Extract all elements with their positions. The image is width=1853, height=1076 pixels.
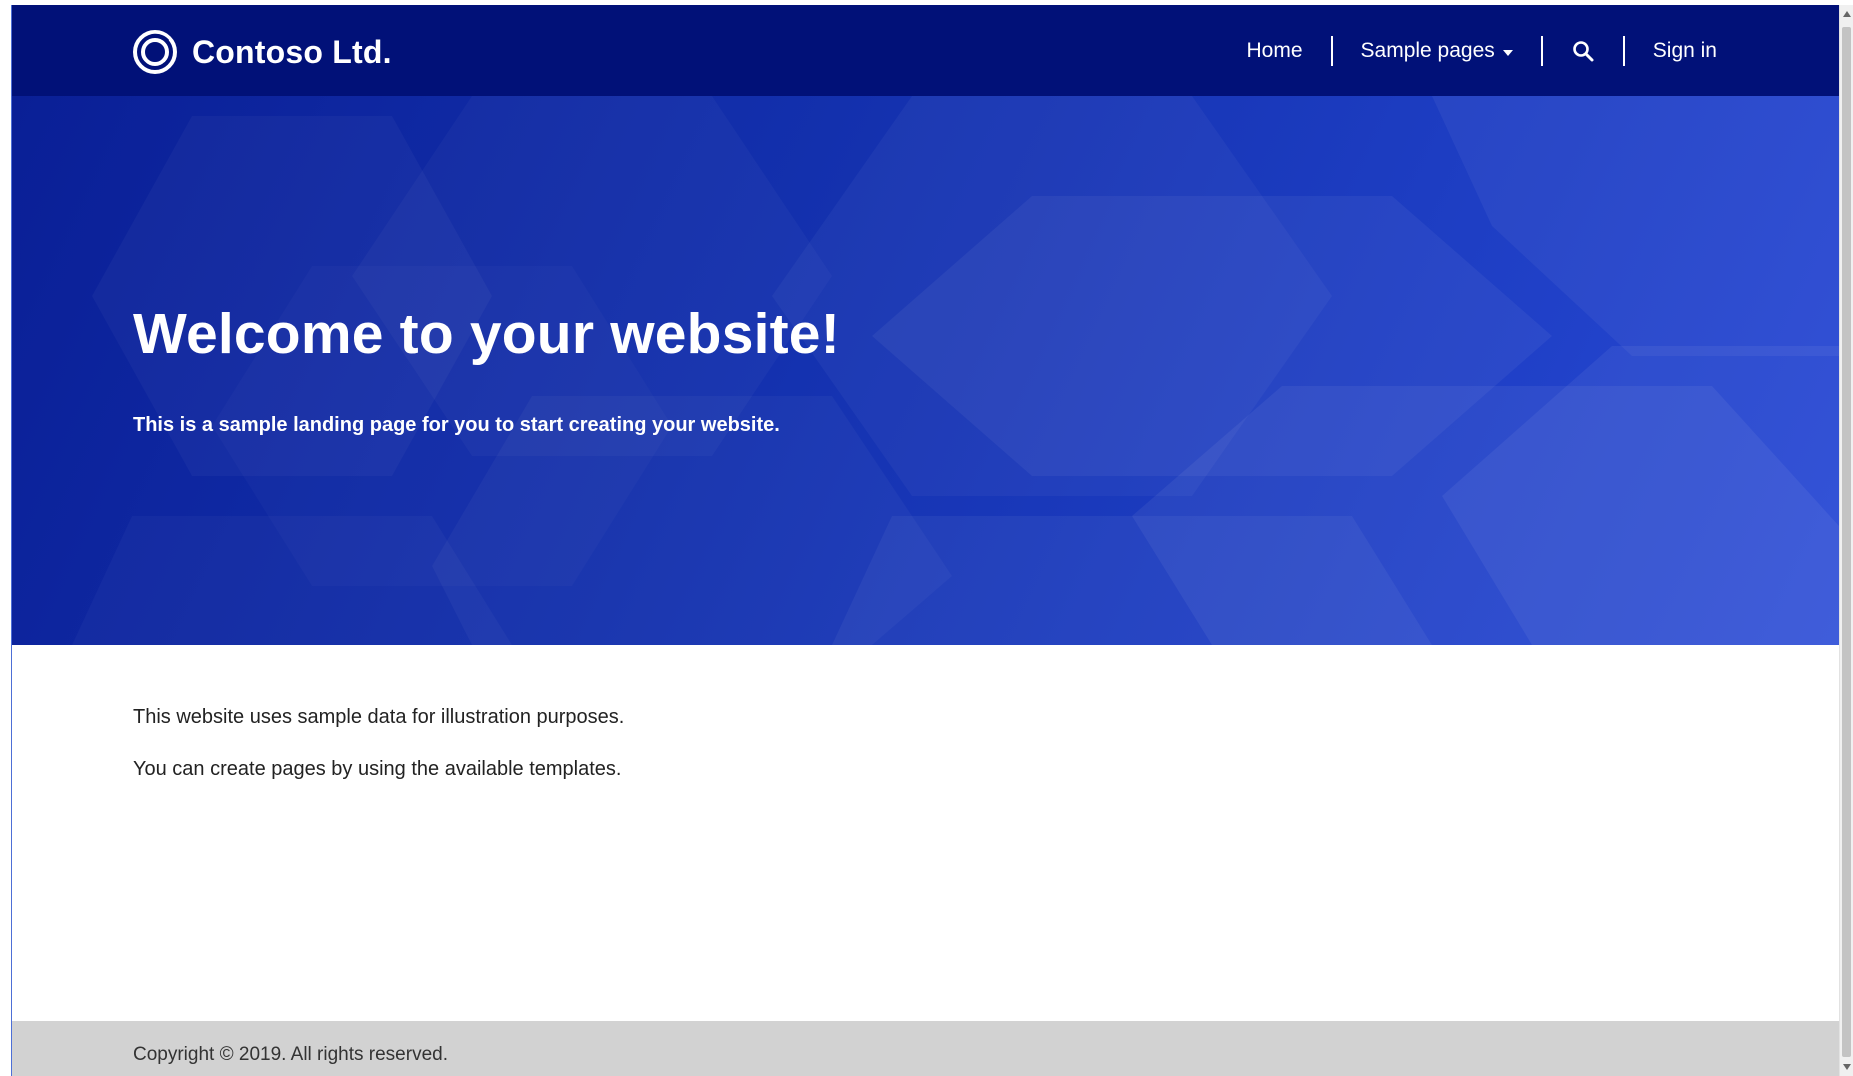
contoso-ring-logo-icon [133, 30, 177, 74]
search-button[interactable] [1571, 39, 1595, 63]
hero-banner: Welcome to your website! This is a sampl… [12, 96, 1839, 645]
hero-subtitle: This is a sample landing page for you to… [133, 414, 780, 436]
content-paragraph: You can create pages by using the availa… [133, 758, 622, 780]
nav-divider [1540, 36, 1543, 66]
copyright-text: Copyright © 2019. All rights reserved. [133, 1044, 448, 1065]
content-paragraph: This website uses sample data for illust… [133, 706, 625, 728]
scroll-up-arrow-icon[interactable] [1843, 11, 1851, 17]
nav-divider [1330, 36, 1333, 66]
search-icon [1572, 41, 1594, 62]
nav-divider [1622, 36, 1625, 66]
scroll-down-arrow-icon[interactable] [1843, 1064, 1851, 1070]
site-footer: Copyright © 2019. All rights reserved. [12, 1021, 1839, 1076]
scrollbar-thumb[interactable] [1842, 27, 1851, 1057]
main-navigation: Home Sample pages Sign in [1246, 35, 1717, 67]
caret-down-icon [1502, 49, 1513, 56]
sign-in-link[interactable]: Sign in [1653, 39, 1717, 63]
brand-link[interactable]: Contoso Ltd. [132, 29, 392, 75]
nav-home-link[interactable]: Home [1246, 39, 1302, 63]
brand-name: Contoso Ltd. [192, 33, 392, 70]
hero-hexagon-pattern [772, 96, 1839, 645]
vertical-scrollbar[interactable] [1839, 5, 1853, 1076]
browser-viewport: Contoso Ltd. Home Sample pages Sign in W… [0, 0, 1853, 1076]
site-header: Contoso Ltd. Home Sample pages Sign in [12, 5, 1839, 96]
nav-sample-pages-dropdown[interactable]: Sample pages [1361, 39, 1513, 63]
main-content: This website uses sample data for illust… [133, 705, 1633, 809]
hero-title: Welcome to your website! [133, 302, 840, 366]
web-page: Contoso Ltd. Home Sample pages Sign in W… [12, 5, 1839, 1076]
nav-sample-pages-label: Sample pages [1360, 39, 1495, 62]
